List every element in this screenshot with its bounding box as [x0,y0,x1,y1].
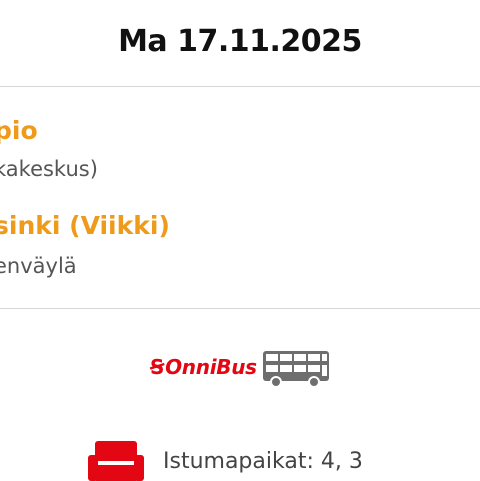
origin-stop: kakeskus) [0,157,98,181]
seat-icon [88,441,144,481]
seat-numbers: Istumapaikat: 4, 3 [163,449,363,474]
operator-name: OnniBus [165,355,257,379]
operator-logo: ꞨOnniBus [150,355,257,379]
origin-city: pio [0,116,38,145]
destination-city: sinki (Viikki) [0,211,170,240]
divider-bottom [0,308,480,309]
divider-top [0,86,480,87]
destination-stop: enväylä [0,254,77,278]
operator-logo-mark: Ꞩ [150,355,165,379]
double-decker-bus-icon [263,351,329,388]
travel-date: Ma 17.11.2025 [118,24,362,59]
